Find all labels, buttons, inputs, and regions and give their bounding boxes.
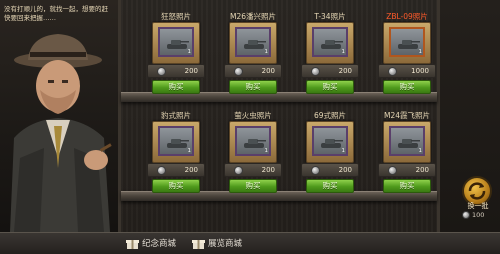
price-row: 200: [147, 64, 205, 78]
tab-exhibition-shop-label: 展览商城: [208, 239, 243, 249]
buy-button[interactable]: 购买: [229, 179, 277, 193]
item-title: 萤火虫照片: [234, 111, 272, 120]
coin-icon: [157, 166, 166, 175]
item-frame[interactable]: 1: [306, 121, 354, 163]
item-title: 69式照片: [313, 111, 347, 120]
tank-icon: [321, 40, 343, 49]
shop-item-card: ZBL-09照片 1 1000 购买: [374, 0, 440, 96]
coin-icon: [388, 166, 397, 175]
coin-icon: [157, 67, 166, 76]
item-count: 1: [187, 148, 192, 154]
shop-item-card: T-34照片 1 200 购买: [297, 0, 363, 96]
tank-photo: 1: [235, 27, 271, 57]
tank-photo: 1: [235, 126, 271, 156]
tank-icon: [398, 139, 420, 148]
price-row: 200: [224, 163, 282, 177]
tank-icon: [321, 139, 343, 148]
coin-icon: [234, 166, 243, 175]
side-panel: 换一批 100: [440, 0, 500, 232]
tank-icon: [398, 40, 420, 49]
refresh-label: 换一批: [467, 202, 489, 210]
item-frame[interactable]: 1: [306, 22, 354, 64]
price-row: 200: [301, 64, 359, 78]
npc-panel: 没有打顺儿的，就找一起，想要的赶快要回来把握……: [0, 0, 118, 232]
buy-button[interactable]: 购买: [306, 80, 354, 94]
item-count: 1: [264, 49, 269, 55]
item-price: 200: [261, 67, 275, 75]
item-price: 1000: [411, 67, 429, 75]
item-count: 1: [341, 49, 346, 55]
buy-button[interactable]: 购买: [383, 179, 431, 193]
price-row: 1000: [378, 64, 436, 78]
tab-memorial-shop[interactable]: 纪念商城: [124, 236, 176, 252]
price-row: 200: [378, 163, 436, 177]
shop-item-card: M26潘兴照片 1 200 购买: [220, 0, 286, 96]
shop-item-card: 狂怒照片 1 200 购买: [143, 0, 209, 96]
item-price: 200: [184, 67, 198, 75]
tank-icon: [167, 40, 189, 49]
shop-item-card: M24霞飞照片 1 200 购买: [374, 99, 440, 195]
tab-memorial-shop-label: 纪念商城: [142, 239, 177, 249]
tab-exhibition-shop[interactable]: 展览商城: [190, 236, 242, 252]
item-frame[interactable]: 1: [383, 121, 431, 163]
item-frame[interactable]: 1: [152, 22, 200, 64]
buy-button[interactable]: 购买: [152, 80, 200, 94]
coin-icon: [311, 67, 320, 76]
buy-button[interactable]: 购买: [229, 80, 277, 94]
buy-button[interactable]: 购买: [306, 179, 354, 193]
item-title: M26潘兴照片: [229, 12, 276, 21]
tank-photo: 1: [158, 126, 194, 156]
item-price: 200: [261, 166, 275, 174]
tank-photo: 1: [312, 126, 348, 156]
coin-icon: [462, 211, 470, 219]
item-price: 200: [184, 166, 198, 174]
buy-button[interactable]: 购买: [152, 179, 200, 193]
item-count: 1: [187, 49, 192, 55]
shop-item-card: 豹式照片 1 200 购买: [143, 99, 209, 195]
tank-photo: 1: [312, 27, 348, 57]
tank-photo: 1: [389, 27, 425, 57]
buy-button[interactable]: 购买: [383, 80, 431, 94]
item-frame[interactable]: 1: [229, 22, 277, 64]
item-count: 1: [418, 148, 423, 154]
item-count: 1: [264, 148, 269, 154]
shop-item-card: 萤火虫照片 1 200 购买: [220, 99, 286, 195]
item-title: 豹式照片: [161, 111, 191, 120]
item-frame[interactable]: 1: [383, 22, 431, 64]
item-count: 1: [341, 148, 346, 154]
price-row: 200: [224, 64, 282, 78]
tank-icon: [167, 139, 189, 148]
shop-item-card: 69式照片 1 200 购买: [297, 99, 363, 195]
mobster-portrait: [10, 34, 112, 232]
gift-icon: [126, 240, 139, 249]
item-title: 狂怒照片: [161, 12, 191, 21]
tank-photo: 1: [158, 27, 194, 57]
tank-photo: 1: [389, 126, 425, 156]
item-title: M24霞飞照片: [383, 111, 430, 120]
item-price: 200: [338, 67, 352, 75]
npc-dialog-text: 没有打顺儿的，就找一起，想要的赶快要回来把握……: [4, 5, 108, 22]
bottom-tab-bar: 纪念商城 展览商城: [0, 232, 500, 254]
item-frame[interactable]: 1: [152, 121, 200, 163]
item-frame[interactable]: 1: [229, 121, 277, 163]
coin-icon: [388, 67, 397, 76]
price-row: 200: [147, 163, 205, 177]
refresh-cost: 100: [460, 211, 496, 220]
item-title: T-34照片: [314, 12, 346, 21]
item-count: 1: [418, 49, 423, 55]
coin-icon: [234, 67, 243, 76]
tank-icon: [244, 40, 266, 49]
item-price: 200: [338, 166, 352, 174]
item-price: 200: [415, 166, 429, 174]
coin-icon: [311, 166, 320, 175]
gift-icon: [192, 240, 205, 249]
tank-icon: [244, 139, 266, 148]
refresh-cost-value: 100: [472, 211, 485, 219]
item-title: ZBL-09照片: [386, 12, 428, 21]
price-row: 200: [301, 163, 359, 177]
